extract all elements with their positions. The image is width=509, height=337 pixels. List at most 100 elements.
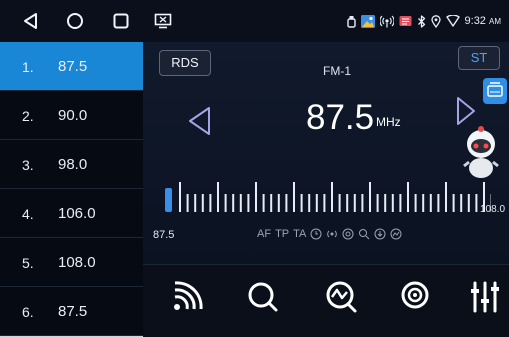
preset-frequency: 108.0 bbox=[58, 254, 96, 271]
preset-number: 4. bbox=[22, 206, 34, 222]
clock-time: 9:32 bbox=[465, 15, 486, 27]
status-bar: 9:32 AM bbox=[0, 0, 509, 42]
scale-tick bbox=[346, 194, 348, 212]
scale-tick bbox=[187, 194, 189, 212]
recents-icon[interactable] bbox=[112, 12, 130, 30]
scale-tick bbox=[460, 194, 462, 212]
scale-tick bbox=[217, 182, 219, 212]
scale-tick bbox=[232, 194, 234, 212]
preset-frequency: 106.0 bbox=[58, 205, 96, 222]
scale-tick bbox=[369, 182, 371, 212]
scale-tick bbox=[407, 182, 409, 212]
scale-tick bbox=[179, 182, 181, 212]
tp-flag[interactable]: TP bbox=[275, 228, 289, 240]
scale-tick bbox=[202, 194, 204, 212]
frequency-value: 87.5 bbox=[306, 98, 374, 138]
preset-number: 1. bbox=[22, 59, 34, 75]
scale-tick bbox=[475, 194, 477, 212]
screen-cast-icon[interactable] bbox=[154, 13, 172, 29]
preset-item-2[interactable]: 2. 90.0 bbox=[0, 91, 143, 140]
frequency-scale[interactable] bbox=[161, 166, 491, 216]
scale-tick bbox=[339, 194, 341, 212]
rds-button[interactable]: RDS bbox=[159, 50, 211, 76]
preset-item-6[interactable]: 6. 87.5 bbox=[0, 287, 143, 336]
back-icon[interactable] bbox=[22, 12, 40, 30]
search-icon[interactable] bbox=[241, 275, 285, 319]
scale-tick bbox=[437, 194, 439, 212]
frequency-unit: MHz bbox=[376, 115, 401, 129]
preset-item-4[interactable]: 4. 106.0 bbox=[0, 189, 143, 238]
preset-number: 3. bbox=[22, 157, 34, 173]
scale-tick bbox=[255, 182, 257, 212]
gallery-icon bbox=[361, 15, 375, 28]
broadcast-icon[interactable] bbox=[393, 275, 437, 319]
equalizer-icon[interactable] bbox=[463, 275, 507, 319]
scale-tick bbox=[293, 182, 295, 212]
scale-tick bbox=[323, 194, 325, 212]
scale-tick bbox=[285, 194, 287, 212]
scale-tick bbox=[399, 194, 401, 212]
scale-tick bbox=[453, 194, 455, 212]
scale-tick bbox=[263, 194, 265, 212]
preset-item-3[interactable]: 3. 98.0 bbox=[0, 140, 143, 189]
scale-tick bbox=[225, 194, 227, 212]
broadcast-status-icon bbox=[326, 228, 338, 240]
preset-frequency: 90.0 bbox=[58, 107, 87, 124]
scale-tick bbox=[430, 194, 432, 212]
scale-tick bbox=[270, 194, 272, 212]
clock-status-icon bbox=[310, 228, 322, 240]
scale-ticks bbox=[179, 182, 491, 212]
scale-min-label: 87.5 bbox=[153, 229, 174, 241]
band-label: FM-1 bbox=[323, 64, 351, 78]
preset-number: 2. bbox=[22, 108, 34, 124]
scale-tick bbox=[361, 194, 363, 212]
preset-frequency: 87.5 bbox=[58, 303, 87, 320]
wifi-icon bbox=[446, 15, 460, 27]
scale-tick bbox=[445, 182, 447, 212]
tuning-needle[interactable] bbox=[165, 188, 172, 212]
signal-icon[interactable] bbox=[165, 275, 209, 319]
preset-frequency: 98.0 bbox=[58, 156, 87, 173]
scan-icon[interactable] bbox=[319, 275, 363, 319]
status-icons: 9:32 AM bbox=[347, 12, 501, 30]
home-icon[interactable] bbox=[66, 12, 84, 30]
clock: 9:32 AM bbox=[465, 15, 501, 27]
scale-tick bbox=[247, 194, 249, 212]
scan-status-icon bbox=[390, 228, 402, 240]
scale-tick bbox=[354, 194, 356, 212]
scale-tick bbox=[468, 194, 470, 212]
scale-tick bbox=[194, 194, 196, 212]
stereo-status-icon bbox=[342, 228, 354, 240]
search-status-icon bbox=[358, 228, 370, 240]
tuner-panel: RDS ST FM-1 87.5 MHz bbox=[143, 42, 509, 336]
preset-frequency: 87.5 bbox=[58, 58, 87, 75]
scale-tick bbox=[301, 194, 303, 212]
preset-list: 1. 87.5 2. 90.0 3. 98.0 4. 106.0 5. 108.… bbox=[0, 42, 143, 336]
scale-tick bbox=[209, 194, 211, 212]
preset-number: 5. bbox=[22, 255, 34, 271]
location-icon bbox=[431, 15, 441, 28]
clock-ampm: AM bbox=[489, 17, 501, 26]
tune-down-arrow-icon[interactable] bbox=[187, 106, 213, 136]
sim-card-icon bbox=[399, 15, 412, 27]
scale-tick bbox=[422, 194, 424, 212]
preset-item-5[interactable]: 5. 108.0 bbox=[0, 238, 143, 287]
preset-number: 6. bbox=[22, 304, 34, 320]
scale-tick bbox=[331, 182, 333, 212]
ta-flag[interactable]: TA bbox=[293, 228, 306, 240]
scale-tick bbox=[415, 194, 417, 212]
stereo-button[interactable]: ST bbox=[458, 46, 500, 70]
bluetooth-icon bbox=[417, 15, 426, 28]
hotspot-icon bbox=[380, 15, 394, 28]
radio-screen: 9:32 AM 1. 87.5 2. 90.0 3. 98.0 4. 106.0… bbox=[0, 0, 509, 336]
af-flag[interactable]: AF bbox=[257, 228, 271, 240]
scale-tick bbox=[240, 194, 242, 212]
scale-tick bbox=[384, 194, 386, 212]
scale-tick bbox=[316, 194, 318, 212]
scale-tick bbox=[377, 194, 379, 212]
preset-item-1[interactable]: 1. 87.5 bbox=[0, 42, 143, 91]
radio-widget-icon[interactable] bbox=[483, 78, 507, 104]
usb-icon bbox=[347, 15, 356, 28]
scale-tick bbox=[392, 194, 394, 212]
local-status-icon bbox=[374, 228, 386, 240]
